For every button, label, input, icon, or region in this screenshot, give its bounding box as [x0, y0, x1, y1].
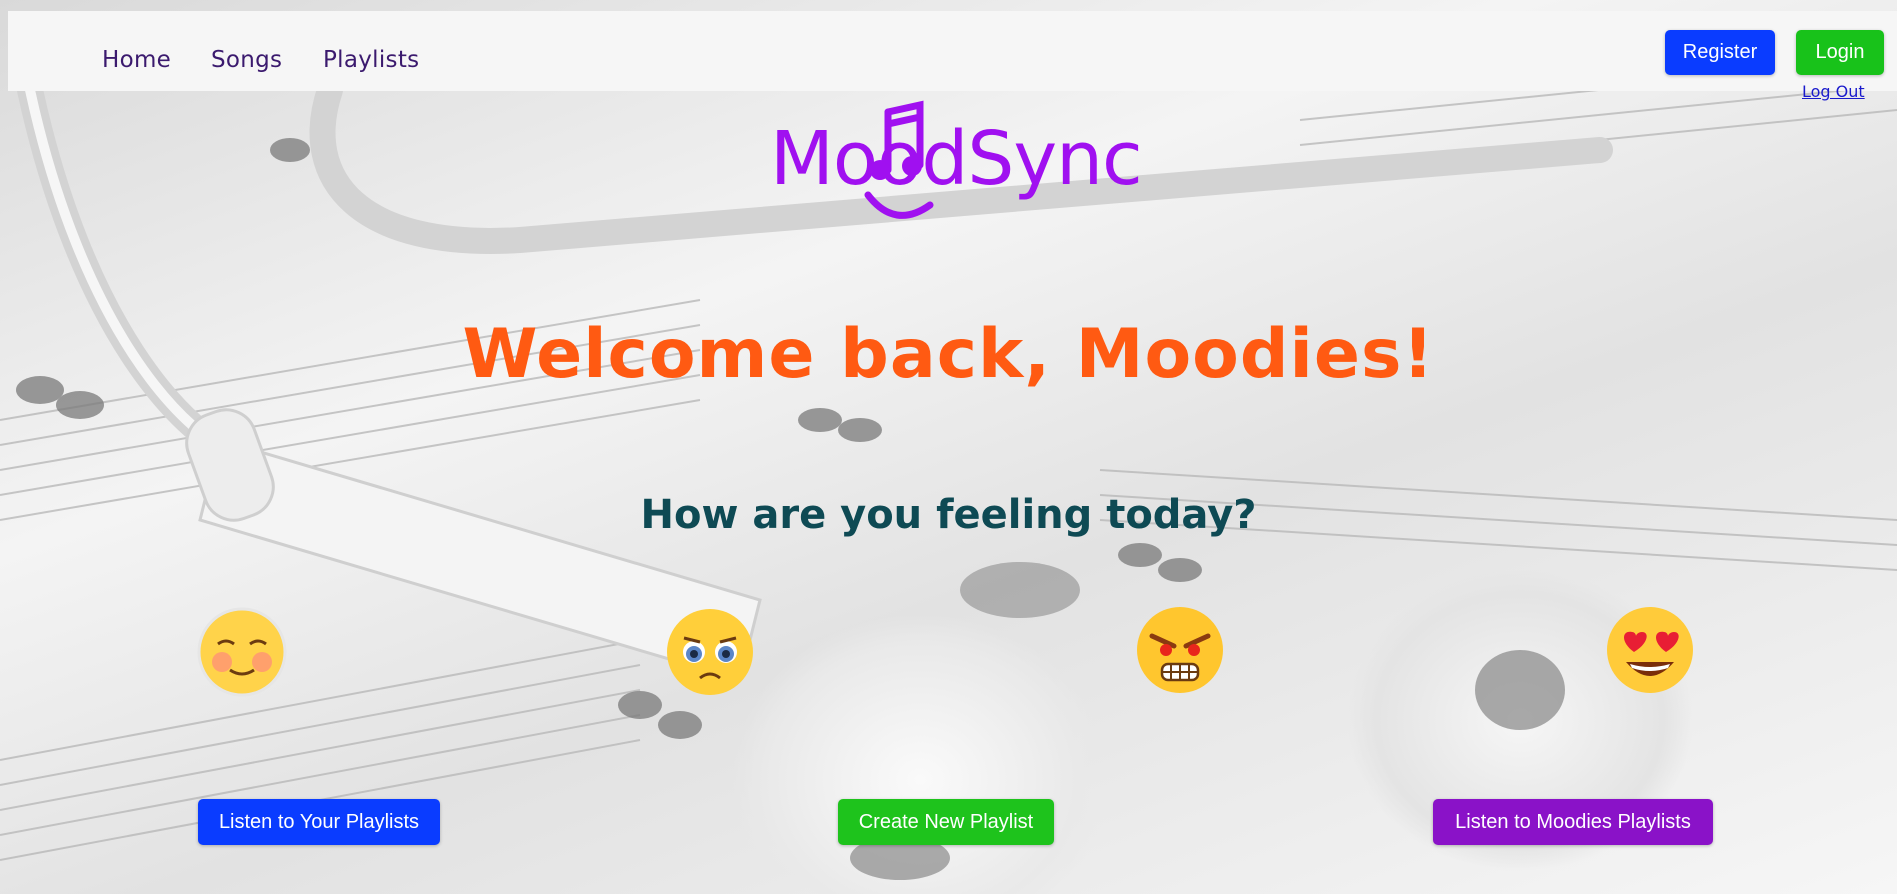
- moodsync-logo: MoodSync: [770, 100, 1143, 230]
- logout-link[interactable]: Log Out: [1802, 82, 1865, 101]
- create-new-playlist-button[interactable]: Create New Playlist: [838, 799, 1054, 845]
- pleading-face-icon[interactable]: [664, 606, 756, 698]
- register-button[interactable]: Register: [1665, 30, 1775, 75]
- login-button[interactable]: Login: [1796, 30, 1884, 75]
- listen-your-playlists-button[interactable]: Listen to Your Playlists: [198, 799, 440, 845]
- blushing-face-icon[interactable]: [196, 606, 288, 698]
- nav-songs-link[interactable]: Songs: [211, 47, 282, 73]
- mood-question: How are you feeling today?: [640, 492, 1257, 538]
- nav-home-link[interactable]: Home: [102, 47, 171, 73]
- welcome-heading: Welcome back, Moodies!: [462, 315, 1435, 394]
- heart-eyes-face-icon[interactable]: [1604, 604, 1696, 696]
- angry-face-icon[interactable]: [1134, 604, 1226, 696]
- top-navbar: Home Songs Playlists: [8, 11, 1897, 91]
- listen-moodies-playlists-button[interactable]: Listen to Moodies Playlists: [1433, 799, 1713, 845]
- nav-playlists-link[interactable]: Playlists: [323, 47, 419, 73]
- logo-text: MoodSync: [770, 116, 1143, 202]
